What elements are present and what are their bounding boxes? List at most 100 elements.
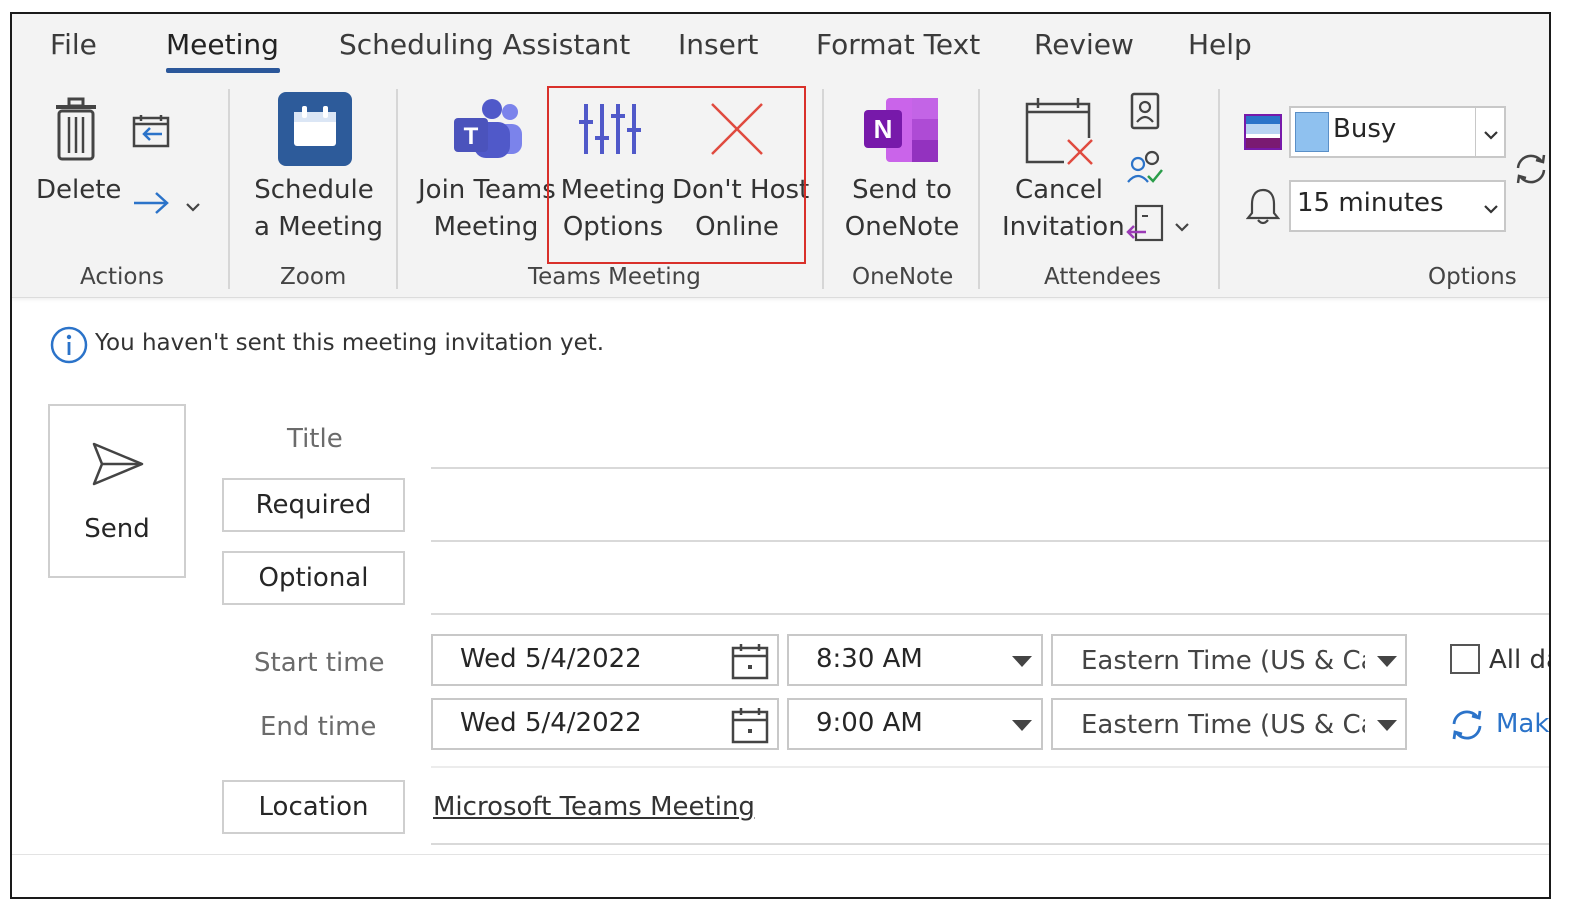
- start-timezone-value: Eastern Time (US & Canada): [1081, 646, 1365, 676]
- end-date-input[interactable]: Wed 5/4/2022: [431, 698, 779, 750]
- active-tab-indicator: [166, 68, 280, 73]
- end-time-value: 9:00 AM: [816, 708, 923, 738]
- response-options-icon[interactable]: [1126, 204, 1166, 248]
- schedule-line-2: a Meeting: [254, 212, 384, 242]
- required-label: Required: [255, 490, 372, 520]
- send-label: Send: [84, 514, 150, 544]
- optional-attendees-button[interactable]: Optional: [222, 551, 405, 605]
- delete-trash-icon[interactable]: [52, 97, 100, 167]
- group-label-zoom: Zoom: [280, 264, 347, 290]
- onenote-line-1: Send to: [852, 175, 952, 205]
- title-input-underline[interactable]: [431, 467, 1549, 469]
- group-divider: [1218, 89, 1220, 289]
- end-timezone-dropdown[interactable]: Eastern Time (US & Canada): [1051, 698, 1407, 750]
- group-label-teams-meeting: Teams Meeting: [528, 264, 701, 290]
- onenote-line-2: OneNote: [844, 212, 960, 242]
- schedule-line-1: Schedule: [254, 175, 374, 205]
- end-time-label: End time: [260, 712, 377, 742]
- join-teams-meeting-button-label[interactable]: Join Teams Meeting: [418, 172, 556, 246]
- group-label-options: Options: [1428, 264, 1517, 290]
- tab-file[interactable]: File: [50, 28, 97, 61]
- all-day-checkbox[interactable]: [1450, 644, 1480, 674]
- dropdown-divider: [1475, 108, 1476, 156]
- start-time-label: Start time: [254, 648, 385, 678]
- tab-format-text[interactable]: Format Text: [816, 28, 980, 61]
- start-time-dropdown[interactable]: 8:30 AM: [787, 634, 1043, 686]
- end-date-value: Wed 5/4/2022: [460, 708, 642, 738]
- send-button[interactable]: Send: [48, 404, 186, 578]
- tab-meeting[interactable]: Meeting: [166, 28, 279, 61]
- title-label: Title: [287, 424, 343, 454]
- show-as-status-icon: [1244, 114, 1282, 154]
- dropdown-arrow-icon[interactable]: [1377, 720, 1397, 731]
- start-date-value: Wed 5/4/2022: [460, 644, 642, 674]
- send-to-onenote-button-label[interactable]: Send to OneNote: [842, 172, 962, 246]
- show-as-value: Busy: [1333, 114, 1397, 144]
- busy-swatch: [1295, 112, 1329, 152]
- ribbon: File Meeting Scheduling Assistant Insert…: [12, 14, 1549, 298]
- cancel-invitation-button-label[interactable]: Cancel Invitation: [1002, 172, 1125, 246]
- address-book-icon[interactable]: [1130, 92, 1160, 134]
- check-names-icon[interactable]: [1126, 150, 1166, 192]
- outlook-meeting-window: File Meeting Scheduling Assistant Insert…: [10, 12, 1551, 899]
- send-icon: [92, 442, 144, 490]
- chevron-down-icon[interactable]: [1483, 126, 1499, 145]
- group-divider: [822, 89, 824, 289]
- reminder-bell-icon: [1245, 186, 1281, 230]
- required-input-underline[interactable]: [431, 540, 1549, 542]
- cancel-line-1: Cancel: [1014, 175, 1104, 205]
- chevron-down-icon[interactable]: [185, 198, 201, 217]
- group-divider: [396, 89, 398, 289]
- sync-icon[interactable]: [1512, 152, 1549, 190]
- editor-divider: [12, 854, 1549, 855]
- chevron-down-icon[interactable]: [1174, 218, 1190, 237]
- zoom-calendar-icon[interactable]: [278, 92, 352, 170]
- group-divider: [228, 89, 230, 289]
- optional-label: Optional: [258, 563, 369, 593]
- end-time-dropdown[interactable]: 9:00 AM: [787, 698, 1043, 750]
- cancel-invitation-icon[interactable]: [1024, 96, 1096, 170]
- group-divider: [978, 89, 980, 289]
- recurrence-icon[interactable]: [1448, 708, 1486, 746]
- location-value-link[interactable]: Microsoft Teams Meeting: [433, 792, 755, 822]
- calendar-icon[interactable]: [731, 642, 769, 684]
- start-time-value: 8:30 AM: [816, 644, 923, 674]
- chevron-down-icon[interactable]: [1483, 200, 1499, 219]
- dropdown-arrow-icon[interactable]: [1012, 656, 1032, 667]
- location-input-underline[interactable]: [431, 843, 1549, 845]
- required-attendees-button[interactable]: Required: [222, 478, 405, 532]
- show-as-dropdown[interactable]: Busy: [1289, 106, 1506, 158]
- forward-arrow-icon[interactable]: [132, 190, 172, 220]
- info-icon: [50, 326, 88, 368]
- calendar-back-icon[interactable]: [132, 114, 170, 152]
- tab-review[interactable]: Review: [1034, 28, 1134, 61]
- start-date-input[interactable]: Wed 5/4/2022: [431, 634, 779, 686]
- schedule-meeting-button-label[interactable]: Schedule a Meeting: [254, 172, 384, 246]
- info-message: You haven't sent this meeting invitation…: [95, 330, 605, 356]
- all-day-label: All day: [1489, 645, 1549, 675]
- svg-text:N: N: [874, 114, 893, 144]
- teams-logo-icon[interactable]: T: [452, 98, 522, 166]
- calendar-icon[interactable]: [731, 706, 769, 748]
- join-line-1: Join Teams: [418, 175, 556, 205]
- location-button[interactable]: Location: [222, 780, 405, 834]
- reminder-dropdown[interactable]: 15 minutes: [1289, 180, 1506, 232]
- optional-input-underline[interactable]: [431, 613, 1549, 615]
- tab-insert[interactable]: Insert: [678, 28, 758, 61]
- cancel-line-2: Invitation: [1002, 212, 1125, 242]
- delete-button-label[interactable]: Delete: [36, 172, 121, 209]
- group-label-actions: Actions: [80, 264, 165, 290]
- make-recurring-link[interactable]: Make Recurring: [1496, 709, 1549, 739]
- onenote-logo-icon[interactable]: N: [864, 96, 940, 168]
- svg-text:T: T: [464, 123, 479, 150]
- tab-scheduling-assistant[interactable]: Scheduling Assistant: [339, 28, 630, 61]
- group-label-attendees: Attendees: [1044, 264, 1161, 290]
- dropdown-arrow-icon[interactable]: [1377, 656, 1397, 667]
- start-timezone-dropdown[interactable]: Eastern Time (US & Canada): [1051, 634, 1407, 686]
- dropdown-arrow-icon[interactable]: [1012, 720, 1032, 731]
- tab-help[interactable]: Help: [1188, 28, 1252, 61]
- reminder-value: 15 minutes: [1297, 188, 1444, 218]
- time-row-divider: [431, 766, 1549, 768]
- end-timezone-value: Eastern Time (US & Canada): [1081, 710, 1365, 740]
- group-label-onenote: OneNote: [852, 264, 954, 290]
